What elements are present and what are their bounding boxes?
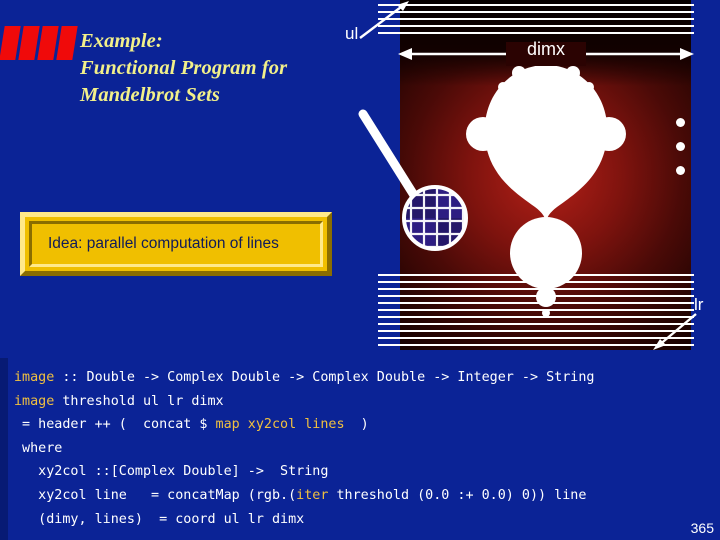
code-span: :: Double -> Complex Double -> Complex D… xyxy=(54,370,595,385)
code-left-edge xyxy=(0,358,8,540)
code-span: (dimy, lines) = coord ul lr dimx xyxy=(14,511,305,527)
code-span: xy2col ::[Complex Double] -> String xyxy=(14,464,329,480)
code-block: image :: Double -> Complex Double -> Com… xyxy=(0,358,720,540)
pixel-grid-magnifier xyxy=(355,100,480,255)
red-bars-decoration xyxy=(0,26,80,60)
code-span: where xyxy=(14,440,63,456)
dimx-measure: dimx xyxy=(398,38,694,70)
idea-callout-box: Idea: parallel computation of lines xyxy=(20,212,332,276)
red-bar xyxy=(56,26,78,60)
idea-callout-inner: Idea: parallel computation of lines xyxy=(29,221,323,267)
code-line: xy2col ::[Complex Double] -> String xyxy=(14,460,720,484)
title-line-1: Example: xyxy=(80,30,163,52)
code-line: = header ++ ( concat $ map xy2col lines … xyxy=(14,413,720,437)
code-line: image threshold ul lr dimx xyxy=(14,390,720,414)
code-line: where xyxy=(14,437,720,461)
code-keyword: iter xyxy=(296,487,329,503)
code-keyword: map xy2col lines xyxy=(215,417,345,433)
title-line-2: Functional Program for xyxy=(80,57,288,79)
code-span: xy2col line = concatMap (rgb.( xyxy=(14,487,297,503)
code-span: threshold ul lr dimx xyxy=(54,393,224,409)
lower-right-leader-arrow xyxy=(648,312,708,354)
bullet-list xyxy=(676,118,685,190)
code-span: = header ++ ( concat $ xyxy=(14,417,216,433)
red-bar xyxy=(18,26,40,60)
bullet-dot xyxy=(676,142,685,151)
code-text: image :: Double -> Complex Double -> Com… xyxy=(14,366,720,531)
page-number: 365 xyxy=(690,520,714,536)
bullet-dot xyxy=(676,118,685,127)
idea-text: Idea: parallel computation of lines xyxy=(48,235,279,252)
dimx-label: dimx xyxy=(526,39,565,59)
code-keyword: image xyxy=(14,393,55,409)
scanlines-bottom xyxy=(378,274,694,352)
code-line: (dimy, lines) = coord ul lr dimx xyxy=(14,508,720,532)
bullet-dot xyxy=(676,166,685,175)
title-line-3: Mandelbrot Sets xyxy=(80,84,220,106)
page-title: Example: Functional Program for Mandelbr… xyxy=(80,28,350,109)
code-line: image :: Double -> Complex Double -> Com… xyxy=(14,366,720,390)
code-keyword: image xyxy=(14,370,55,385)
code-line: xy2col line = concatMap (rgb.(iter thres… xyxy=(14,484,720,508)
slide: Example: Functional Program for Mandelbr… xyxy=(0,0,720,540)
lower-right-label: lr xyxy=(694,295,704,314)
code-span: threshold (0.0 :+ 0.0) 0)) line xyxy=(328,487,587,503)
code-span: ) xyxy=(344,417,369,433)
red-bar xyxy=(37,26,59,60)
red-bar xyxy=(0,26,21,60)
upper-left-leader-arrow xyxy=(355,0,415,42)
